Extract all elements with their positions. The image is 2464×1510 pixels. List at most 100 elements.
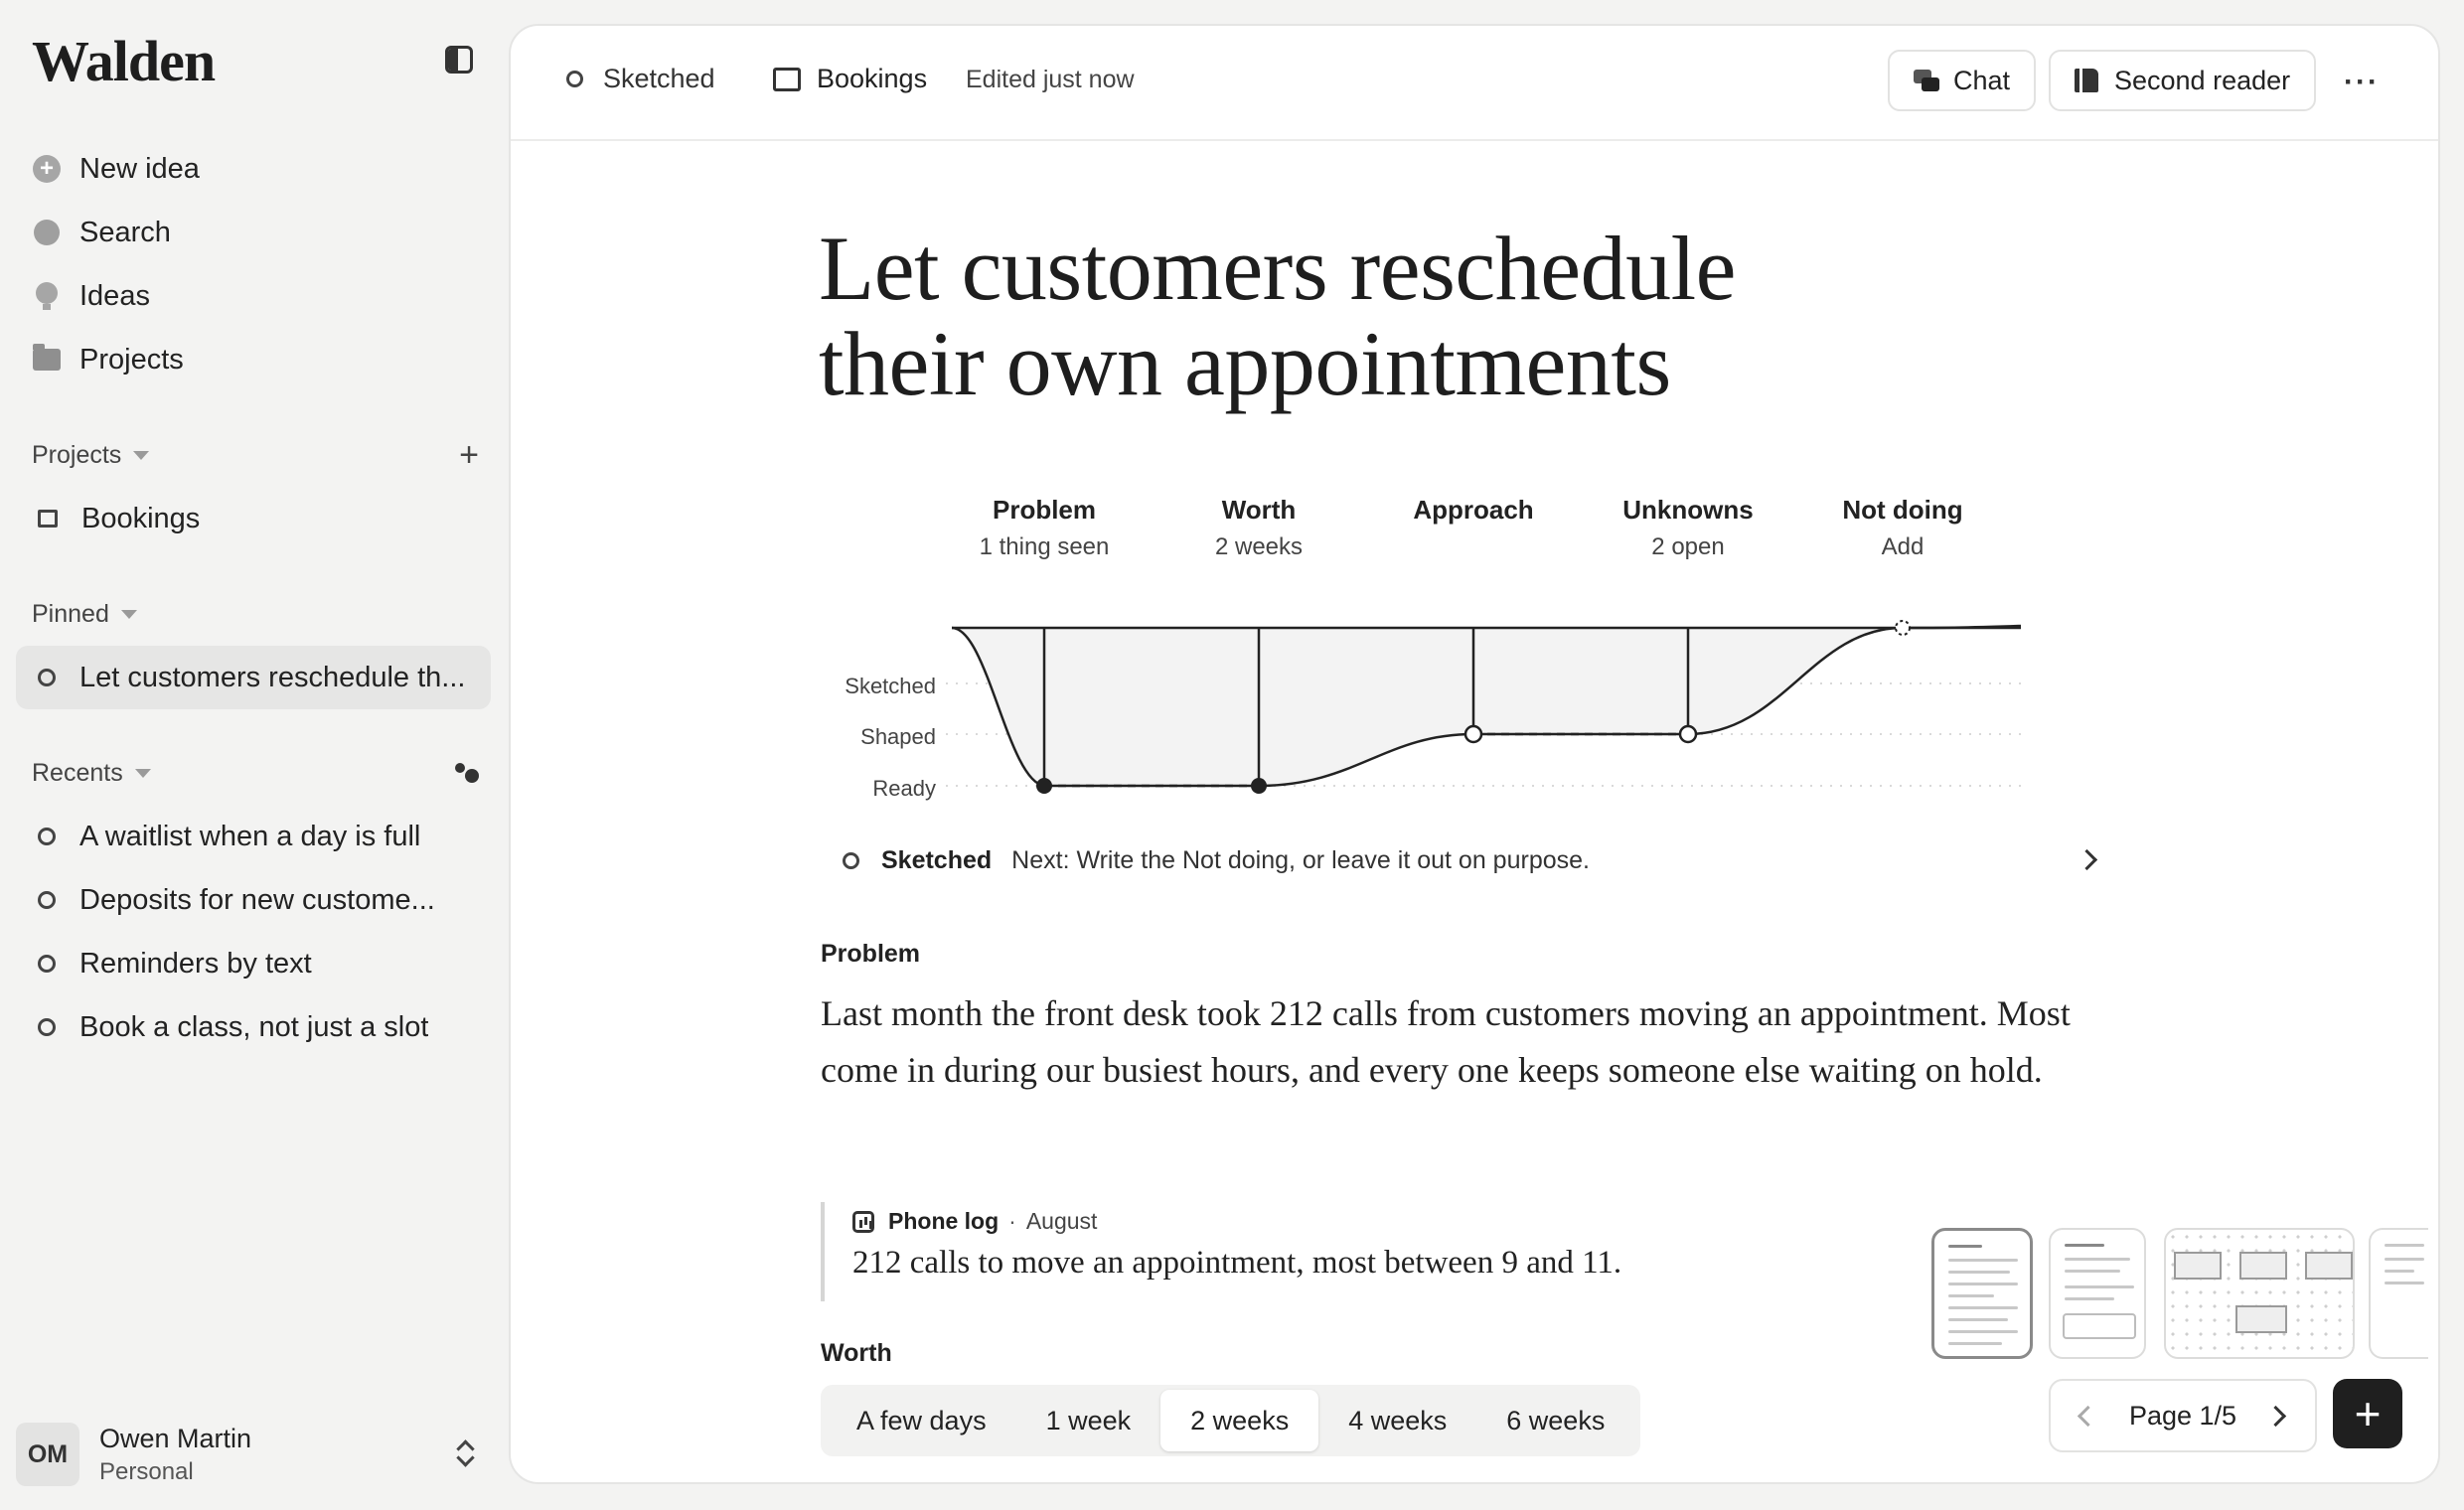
evidence-date: August [1025, 1208, 1098, 1234]
document-panel: Sketched Bookings Edited just now Chat S… [509, 24, 2440, 1484]
chevron-left-icon[interactable] [2077, 1405, 2099, 1428]
chat-button[interactable]: Chat [1888, 50, 2037, 111]
page-thumbnail-4[interactable] [2369, 1228, 2428, 1359]
more-options-icon[interactable]: ··· [2344, 66, 2380, 99]
curve-area [952, 626, 2021, 786]
level-label: Shaped [860, 724, 936, 749]
list-item-label: Deposits for new custome... [79, 883, 435, 916]
user-workspace: Personal [99, 1457, 194, 1485]
status-circle-icon [38, 955, 56, 973]
list-item-label: Book a class, not just a slot [79, 1010, 429, 1043]
nav-label: New idea [79, 152, 200, 185]
page-thumbnail-1[interactable] [1931, 1228, 2033, 1359]
stage-marker-empty[interactable] [1895, 620, 1911, 636]
list-item-label: Reminders by text [79, 947, 312, 980]
list-item-label: Bookings [81, 502, 201, 534]
user-name: Owen Martin [99, 1423, 252, 1453]
worth-selector: A few days 1 week 2 weeks 4 weeks 6 week… [821, 1385, 1641, 1456]
folder-icon [773, 67, 801, 91]
project-link[interactable]: Bookings [773, 64, 927, 94]
list-item[interactable]: Deposits for new custome... [16, 868, 491, 932]
section-label-problem: Problem [821, 940, 921, 968]
title-line: Let customers reschedule [819, 218, 1736, 319]
avatar: OM [16, 1423, 79, 1486]
projects-section-toggle[interactable]: Projects [32, 435, 150, 475]
pinned-section-toggle[interactable]: Pinned [32, 594, 137, 634]
separator: · [1008, 1208, 1016, 1234]
section-heading: Recents [32, 758, 123, 787]
status-circle-icon [38, 828, 56, 845]
status-circle-icon [566, 71, 583, 87]
sidebar-toggle-icon[interactable] [445, 46, 473, 74]
stage-header[interactable]: Unknowns 2 open [1569, 495, 1807, 561]
recents-section-toggle[interactable]: Recents [32, 753, 151, 793]
nav-label: Search [79, 216, 171, 248]
book-icon [2075, 67, 2098, 94]
page-title[interactable]: Let customers reschedule their own appoi… [819, 221, 1912, 411]
sidebar: Walden + New idea Search Ideas Projects … [0, 0, 509, 1510]
chevron-right-icon[interactable] [2264, 1405, 2287, 1428]
status-circle-icon [38, 669, 56, 686]
stage-header[interactable]: Worth 2 weeks [1140, 495, 1378, 561]
title-line: their own appointments [819, 313, 1671, 414]
list-item[interactable]: Book a class, not just a slot [16, 995, 491, 1059]
status-circle-icon [38, 891, 56, 909]
list-item-label: Let customers reschedule th... [79, 661, 466, 693]
list-item[interactable]: Reminders by text [16, 932, 491, 995]
sidebar-item-bookings[interactable]: Bookings [16, 487, 491, 550]
page-navigator: Page 1/5 [2049, 1379, 2317, 1452]
evidence-source: Phone log [888, 1208, 1000, 1234]
stage-meta: 1 thing seen [979, 533, 1110, 560]
stage-marker-filled[interactable] [1036, 778, 1052, 794]
stage-header[interactable]: Problem 1 thing seen [925, 495, 1163, 561]
worth-option-selected[interactable]: 2 weeks [1160, 1390, 1319, 1451]
account-switcher[interactable]: OM Owen Martin Personal [16, 1419, 491, 1490]
next-status: Sketched [881, 845, 993, 874]
evidence-quote[interactable]: Phone log · August 212 calls to move an … [821, 1202, 1675, 1301]
search-icon [34, 220, 60, 245]
nav-ideas[interactable]: Ideas [32, 270, 150, 322]
section-heading: Projects [32, 440, 122, 469]
next-step-text: Next: Write the Not doing, or leave it o… [1011, 845, 1590, 874]
status-badge[interactable]: Sketched [566, 64, 715, 94]
chevron-updown-icon [455, 1438, 475, 1468]
nav-projects[interactable]: Projects [32, 334, 184, 385]
worth-option[interactable]: 1 week [1016, 1390, 1161, 1451]
add-project-button[interactable]: + [452, 438, 486, 472]
chart-log-icon [852, 1210, 874, 1233]
nav-search[interactable]: Search [32, 207, 171, 258]
worth-option[interactable]: 6 weeks [1476, 1390, 1634, 1451]
page-thumbnail-2[interactable] [2049, 1228, 2146, 1359]
app-logo: Walden [32, 29, 216, 93]
add-page-button[interactable]: + [2333, 1379, 2402, 1448]
next-step-row[interactable]: Sketched Next: Write the Not doing, or l… [843, 840, 2098, 880]
evidence-text: 212 calls to move an appointment, most b… [852, 1245, 1622, 1281]
stage-meta: 2 weeks [1214, 533, 1304, 560]
problem-text[interactable]: Last month the front desk took 212 calls… [821, 985, 2122, 1099]
lightbulb-icon [36, 282, 58, 310]
nav-new-idea[interactable]: + New idea [32, 143, 200, 195]
page-thumbnail-3[interactable] [2164, 1228, 2355, 1359]
stage-header[interactable]: Approach [1354, 495, 1593, 561]
document-toolbar: Sketched Bookings Edited just now Chat S… [511, 26, 2438, 141]
stage-header[interactable]: Not doing Add [1783, 495, 2022, 561]
button-label: Chat [1953, 65, 2011, 95]
list-item[interactable]: A waitlist when a day is full [16, 805, 491, 868]
stage-marker-open[interactable] [1463, 724, 1483, 744]
plus-circle-icon: + [33, 155, 61, 183]
stage-name: Approach [1413, 495, 1534, 525]
list-item-label: A waitlist when a day is full [79, 820, 421, 852]
sidebar-item-pinned-idea[interactable]: Let customers reschedule th... [16, 646, 491, 709]
caret-down-icon [120, 609, 137, 619]
nav-label: Projects [79, 343, 184, 376]
recents-view-icon[interactable] [455, 763, 485, 783]
level-label: Sketched [845, 674, 936, 698]
stage-marker-filled[interactable] [1251, 778, 1267, 794]
stage-marker-open[interactable] [1678, 724, 1698, 744]
level-label: Ready [872, 776, 936, 801]
second-reader-button[interactable]: Second reader [2049, 50, 2317, 111]
worth-option[interactable]: A few days [827, 1390, 1016, 1451]
stage-meta: 2 open [1651, 533, 1725, 560]
status-circle-icon [843, 851, 859, 869]
worth-option[interactable]: 4 weeks [1318, 1390, 1476, 1451]
